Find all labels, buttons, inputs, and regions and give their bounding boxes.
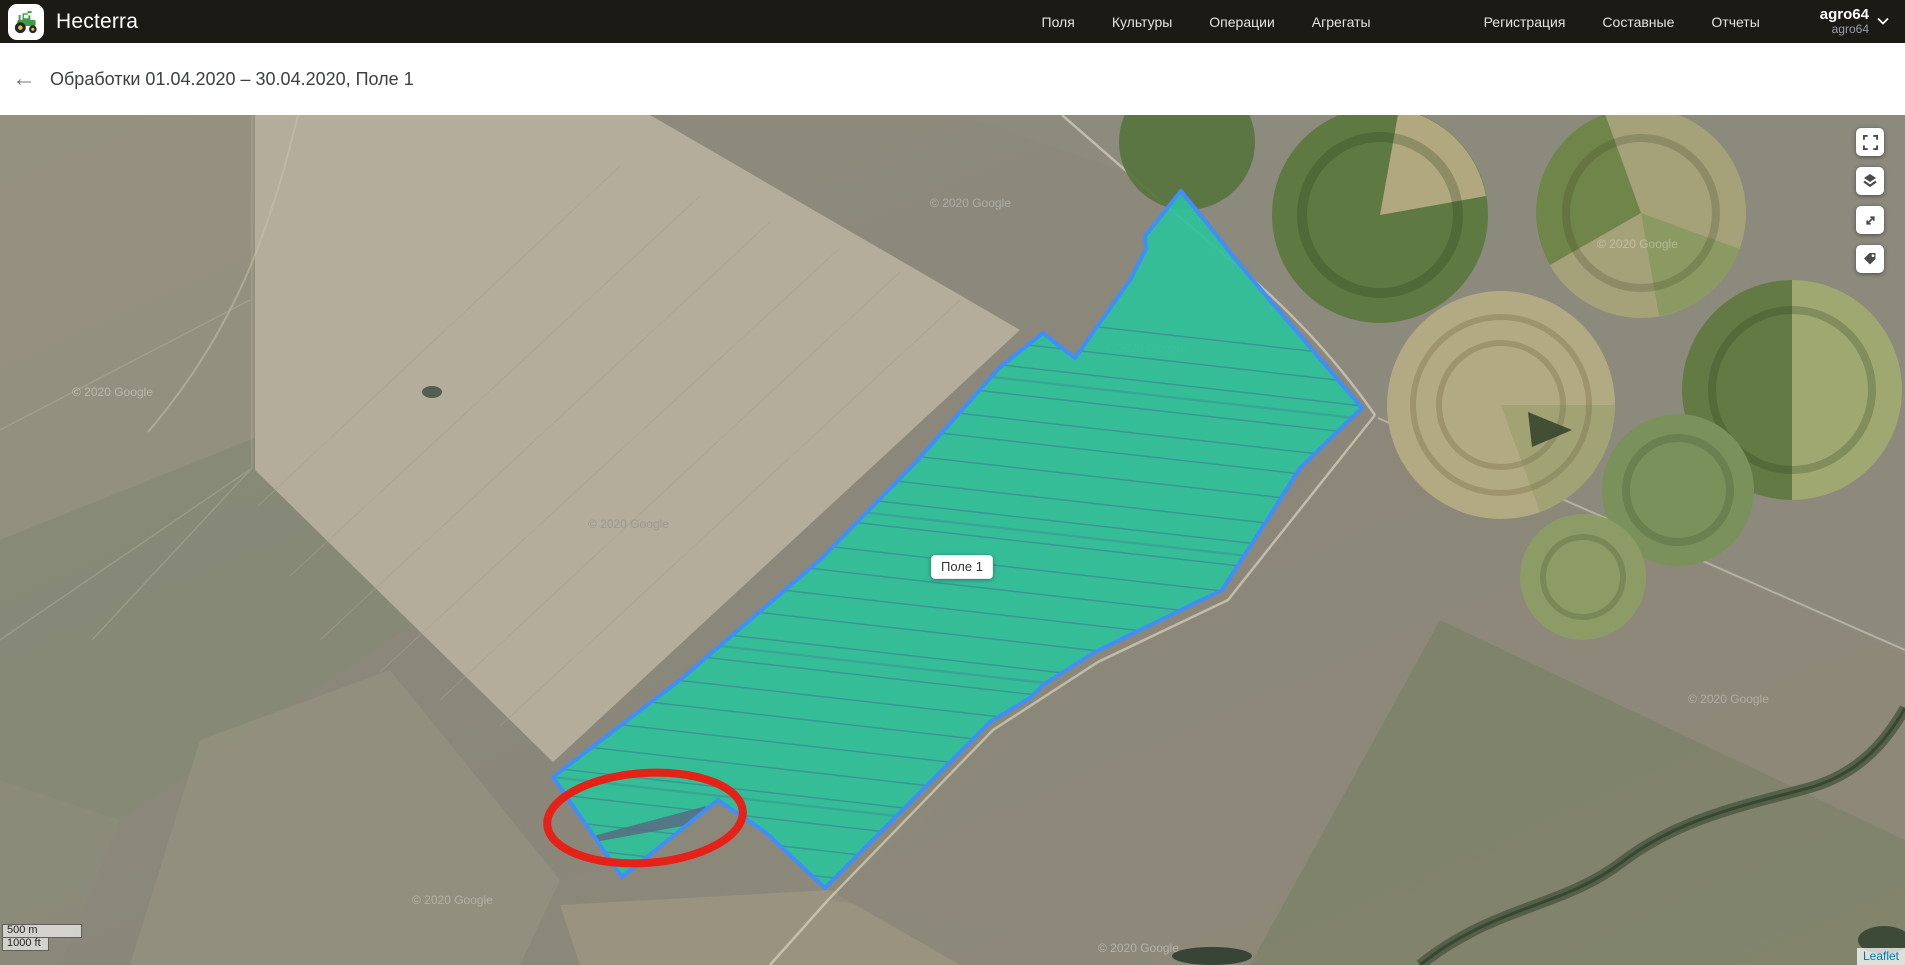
menu-item-operations[interactable]: Операции	[1209, 14, 1275, 30]
menu-item-registration[interactable]: Регистрация	[1484, 14, 1566, 30]
resize-diagonal-button[interactable]	[1856, 206, 1884, 234]
page-title: Обработки 01.04.2020 – 30.04.2020, Поле …	[50, 69, 414, 90]
app-title: Hecterra	[56, 10, 138, 34]
menu-item-crops[interactable]: Культуры	[1112, 14, 1172, 30]
scale-imperial: 1000 ft	[2, 938, 49, 951]
layers-button[interactable]	[1856, 167, 1884, 195]
scale-metric: 500 m	[2, 924, 82, 938]
menu-item-reports[interactable]: Отчеты	[1711, 14, 1759, 30]
map-attribution: Leaflet	[1857, 948, 1905, 965]
map-controls	[1856, 128, 1884, 273]
menu-item-composite[interactable]: Составные	[1602, 14, 1674, 30]
tag-icon	[1862, 251, 1878, 267]
leaflet-link[interactable]: Leaflet	[1863, 949, 1899, 963]
layers-icon	[1862, 173, 1878, 189]
resize-diagonal-icon	[1863, 213, 1878, 228]
user-name: agro64	[1820, 6, 1869, 23]
svg-text:© 2020 Google: © 2020 Google	[930, 196, 1011, 210]
fullscreen-icon	[1863, 135, 1878, 150]
map-view[interactable]: © 2020 Google © 2020 Google © 2020 Googl…	[0, 115, 1905, 965]
menu-item-fields[interactable]: Поля	[1042, 14, 1075, 30]
main-menu: Поля Культуры Операции Агрегаты Регистра…	[1042, 14, 1760, 30]
fullscreen-button[interactable]	[1856, 128, 1884, 156]
svg-text:© 2020 Google: © 2020 Google	[1688, 692, 1769, 706]
tractor-logo-icon	[8, 4, 44, 40]
svg-text:© 2020 Google: © 2020 Google	[72, 385, 153, 399]
hecterra-app: Hecterra Поля Культуры Операции Агрегаты…	[0, 0, 1905, 965]
user-menu[interactable]: agro64 agro64	[1820, 6, 1889, 37]
satellite-map[interactable]: © 2020 Google © 2020 Google © 2020 Googl…	[0, 115, 1905, 965]
brand[interactable]: Hecterra	[8, 4, 138, 40]
field-tooltip: Поле 1	[931, 555, 993, 579]
breadcrumb-bar: ← Обработки 01.04.2020 – 30.04.2020, Пол…	[0, 43, 1905, 115]
svg-text:© 2020 Google: © 2020 Google	[588, 517, 669, 531]
top-nav: Hecterra Поля Культуры Операции Агрегаты…	[0, 0, 1905, 43]
back-arrow-icon[interactable]: ←	[12, 67, 42, 91]
chevron-down-icon	[1877, 17, 1889, 25]
scale-control: 500 m 1000 ft	[2, 924, 82, 951]
user-account: agro64	[1820, 23, 1869, 37]
svg-text:© 2020 Google: © 2020 Google	[1098, 941, 1179, 955]
svg-text:© 2020 Google: © 2020 Google	[1597, 237, 1678, 251]
svg-text:© 2020 Google: © 2020 Google	[412, 893, 493, 907]
tags-button[interactable]	[1856, 245, 1884, 273]
menu-item-units[interactable]: Агрегаты	[1312, 14, 1371, 30]
